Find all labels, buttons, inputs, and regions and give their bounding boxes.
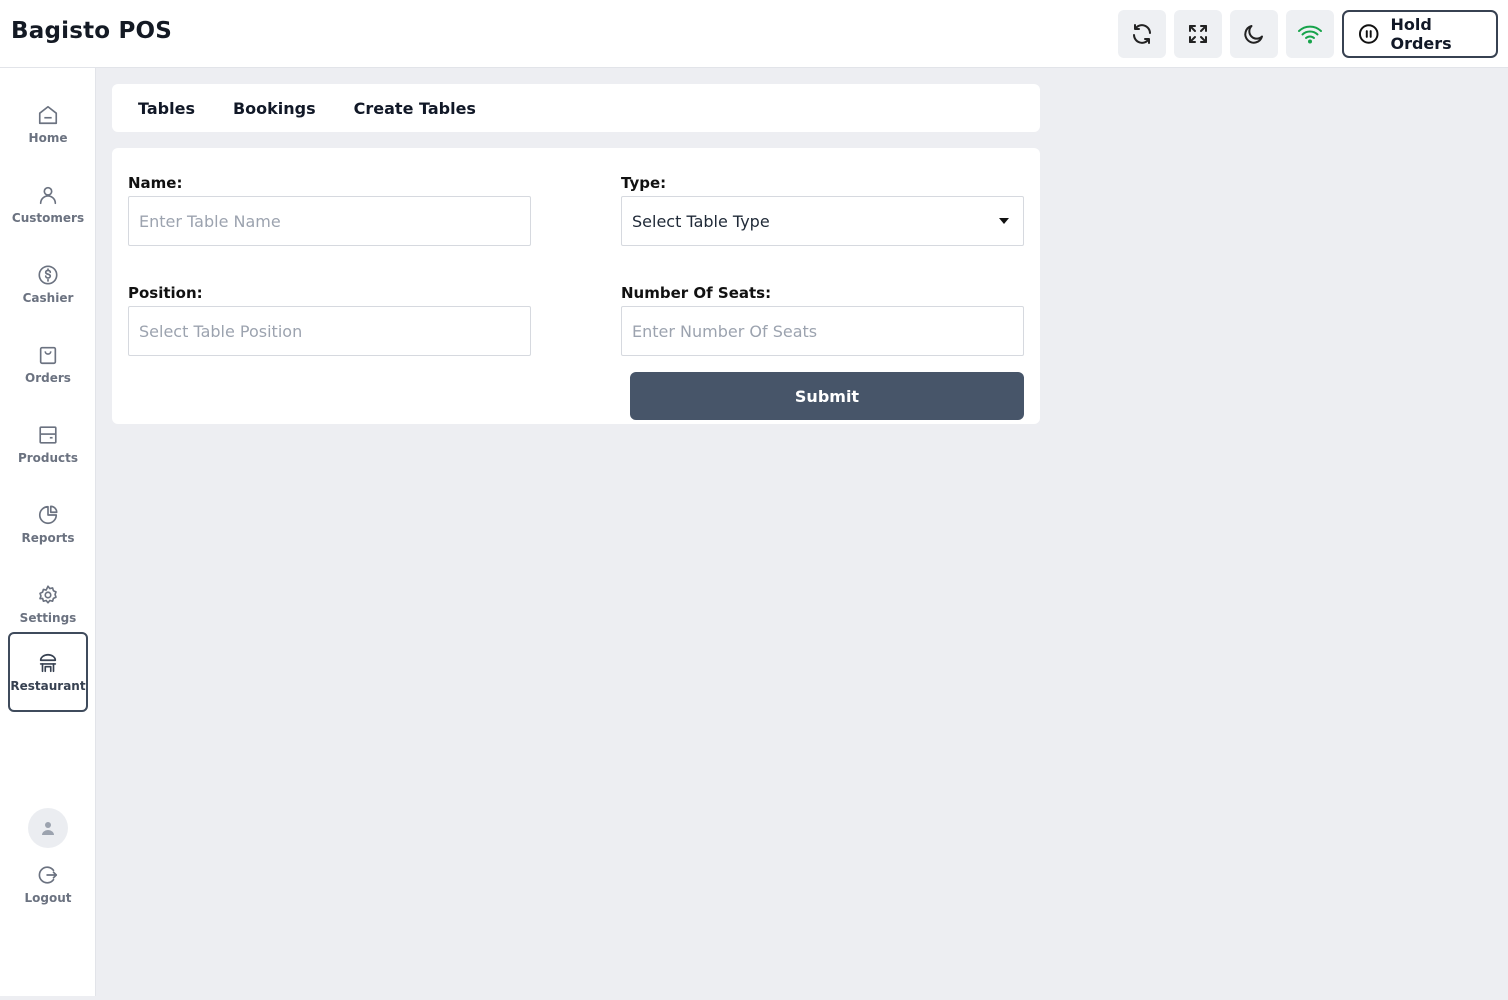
restaurant-icon [36,651,60,675]
sidebar-item-label: Customers [11,211,85,225]
pause-circle-icon [1358,24,1379,44]
gear-icon [37,583,59,607]
sidebar-item-orders[interactable]: Orders [8,324,88,404]
home-icon [37,103,59,127]
sidebar-item-label: Orders [25,371,71,385]
sidebar-item-label: Cashier [22,291,74,305]
hold-orders-button[interactable]: Hold Orders [1342,10,1498,58]
refresh-button[interactable] [1118,10,1166,58]
sidebar-item-label: Settings [19,611,77,625]
tab-tables[interactable]: Tables [138,99,195,118]
seats-label: Number Of Seats: [621,284,772,302]
sidebar-item-home[interactable]: Home [8,84,88,164]
top-bar: Bagisto POS Hold Orders [0,0,1508,68]
logout-icon [37,863,59,887]
hold-orders-label: Hold Orders [1390,15,1452,53]
chevron-down-icon [999,218,1009,224]
restaurant-tabs: Tables Bookings Create Tables [112,84,1040,132]
fullscreen-button[interactable] [1174,10,1222,58]
sidebar-item-reports[interactable]: Reports [8,484,88,564]
logout-label: Logout [24,891,72,905]
position-label: Position: [128,284,203,302]
sidebar-item-label: Reports [21,531,75,545]
table-name-input[interactable] [128,196,531,246]
sidebar-item-restaurant[interactable]: Restaurant [8,632,88,712]
wifi-icon [1298,25,1322,44]
sidebar-item-customers[interactable]: Customers [8,164,88,244]
table-position-input[interactable] [128,306,531,356]
type-label: Type: [621,174,667,192]
sidebar-item-products[interactable]: Products [8,404,88,484]
sidebar-item-label: Home [28,131,68,145]
number-of-seats-input[interactable] [621,306,1024,356]
sidebar-item-label: Products [17,451,79,465]
logout-button[interactable]: Logout [8,844,88,924]
name-label: Name: [128,174,183,192]
refresh-icon [1133,24,1151,44]
sidebar-item-cashier[interactable]: Cashier [8,244,88,324]
tab-create-tables[interactable]: Create Tables [354,99,476,118]
avatar[interactable] [28,808,68,848]
network-status-button[interactable] [1286,10,1334,58]
table-type-value: Select Table Type [632,211,770,231]
sidebar-item-label: Restaurant [10,679,86,693]
submit-button[interactable]: Submit [630,372,1024,420]
create-table-form: Name: Type: Select Table Type Position: … [112,148,1040,424]
table-type-select[interactable]: Select Table Type [621,196,1024,246]
dollar-icon [37,263,59,287]
user-avatar-icon [42,822,54,835]
dark-mode-button[interactable] [1230,10,1278,58]
app-title: Bagisto POS [11,18,173,44]
tab-bookings[interactable]: Bookings [233,99,316,118]
fullscreen-icon [1189,25,1207,43]
moon-icon [1244,25,1263,44]
user-icon [37,183,59,207]
box-icon [37,423,59,447]
pie-chart-icon [37,503,59,527]
sidebar: Home Customers Cashier Orders Products R… [0,68,96,996]
bag-icon [37,343,59,367]
